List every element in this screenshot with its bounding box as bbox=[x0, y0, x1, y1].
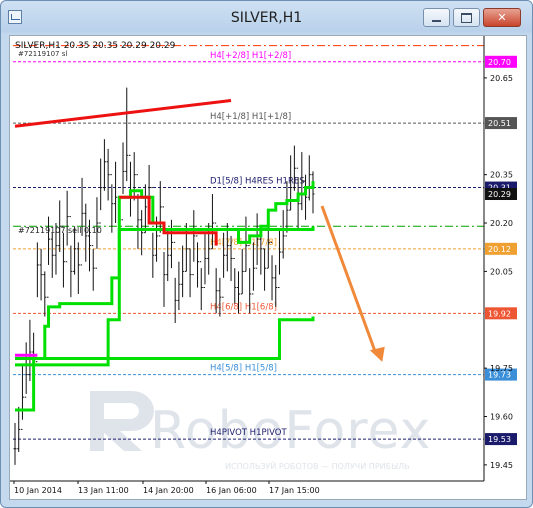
price-tick-label: 19.60 bbox=[490, 413, 513, 422]
red-trendline bbox=[14, 99, 232, 128]
price-tick-label: 19.75 bbox=[490, 364, 513, 373]
chart-window: SILVER,H1 ✕ RoboForex ИСПОЛЬЗУЙ РОБОТОВ … bbox=[0, 0, 533, 508]
price-level-badge-text: 20.70 bbox=[488, 58, 511, 67]
time-tick-label: 13 Jan 11:00 bbox=[78, 486, 129, 495]
price-tick-label: 19.45 bbox=[490, 461, 513, 470]
close-button[interactable]: ✕ bbox=[483, 8, 521, 27]
order-label-sl: #72119107 sl bbox=[18, 50, 67, 58]
time-tick-label: 10 Jan 2014 bbox=[14, 486, 62, 495]
close-icon: ✕ bbox=[497, 11, 507, 24]
price-tick-label: 20.65 bbox=[490, 74, 513, 83]
maximize-button[interactable] bbox=[453, 8, 480, 27]
murrey-level-label: H4[+1/8] H1[+1/8] bbox=[210, 112, 291, 122]
price-tick-label: 20.05 bbox=[490, 267, 513, 276]
murrey-level-label: H4[5/8] H1[5/8] bbox=[210, 364, 277, 374]
minimize-icon bbox=[432, 19, 441, 22]
watermark-brand: RoboForex bbox=[150, 401, 431, 461]
current-price-badge-text: 20.29 bbox=[488, 190, 511, 199]
title-bar[interactable]: SILVER,H1 ✕ bbox=[1, 1, 532, 35]
order-label-sell: #72119107 sell 0.10 bbox=[18, 226, 102, 235]
price-tick-label: 20.35 bbox=[490, 171, 513, 180]
indicator-step-line bbox=[15, 316, 315, 360]
minimize-button[interactable] bbox=[423, 8, 450, 27]
maximize-icon bbox=[461, 12, 472, 23]
murrey-level-label: H4PIVOT H1PIVOT bbox=[210, 428, 287, 438]
price-chart[interactable]: RoboForex ИСПОЛЬЗУЙ РОБОТОВ — ПОЛУЧИ ПРИ… bbox=[10, 36, 526, 499]
price-tick-label: 20.20 bbox=[490, 219, 513, 228]
chart-plot-area[interactable]: RoboForex ИСПОЛЬЗУЙ РОБОТОВ — ПОЛУЧИ ПРИ… bbox=[9, 35, 527, 500]
time-tick-label: 16 Jan 06:00 bbox=[206, 486, 257, 495]
time-tick-label: 14 Jan 20:00 bbox=[143, 486, 194, 495]
roboforex-logo-mark bbox=[90, 391, 154, 451]
price-level-badge-text: 20.51 bbox=[488, 119, 511, 128]
murrey-level-label: H4[+2/8] H1[+2/8] bbox=[210, 51, 291, 61]
time-tick-label: 17 Jan 15:00 bbox=[269, 486, 320, 495]
watermark-slogan: ИСПОЛЬЗУЙ РОБОТОВ — ПОЛУЧИ ПРИБЫЛЬ bbox=[225, 460, 410, 471]
price-level-badge-text: 19.92 bbox=[488, 309, 511, 318]
price-level-badge-text: 20.12 bbox=[488, 245, 511, 254]
price-level-badge-text: 19.53 bbox=[488, 435, 511, 444]
sell-arrow bbox=[320, 205, 385, 362]
